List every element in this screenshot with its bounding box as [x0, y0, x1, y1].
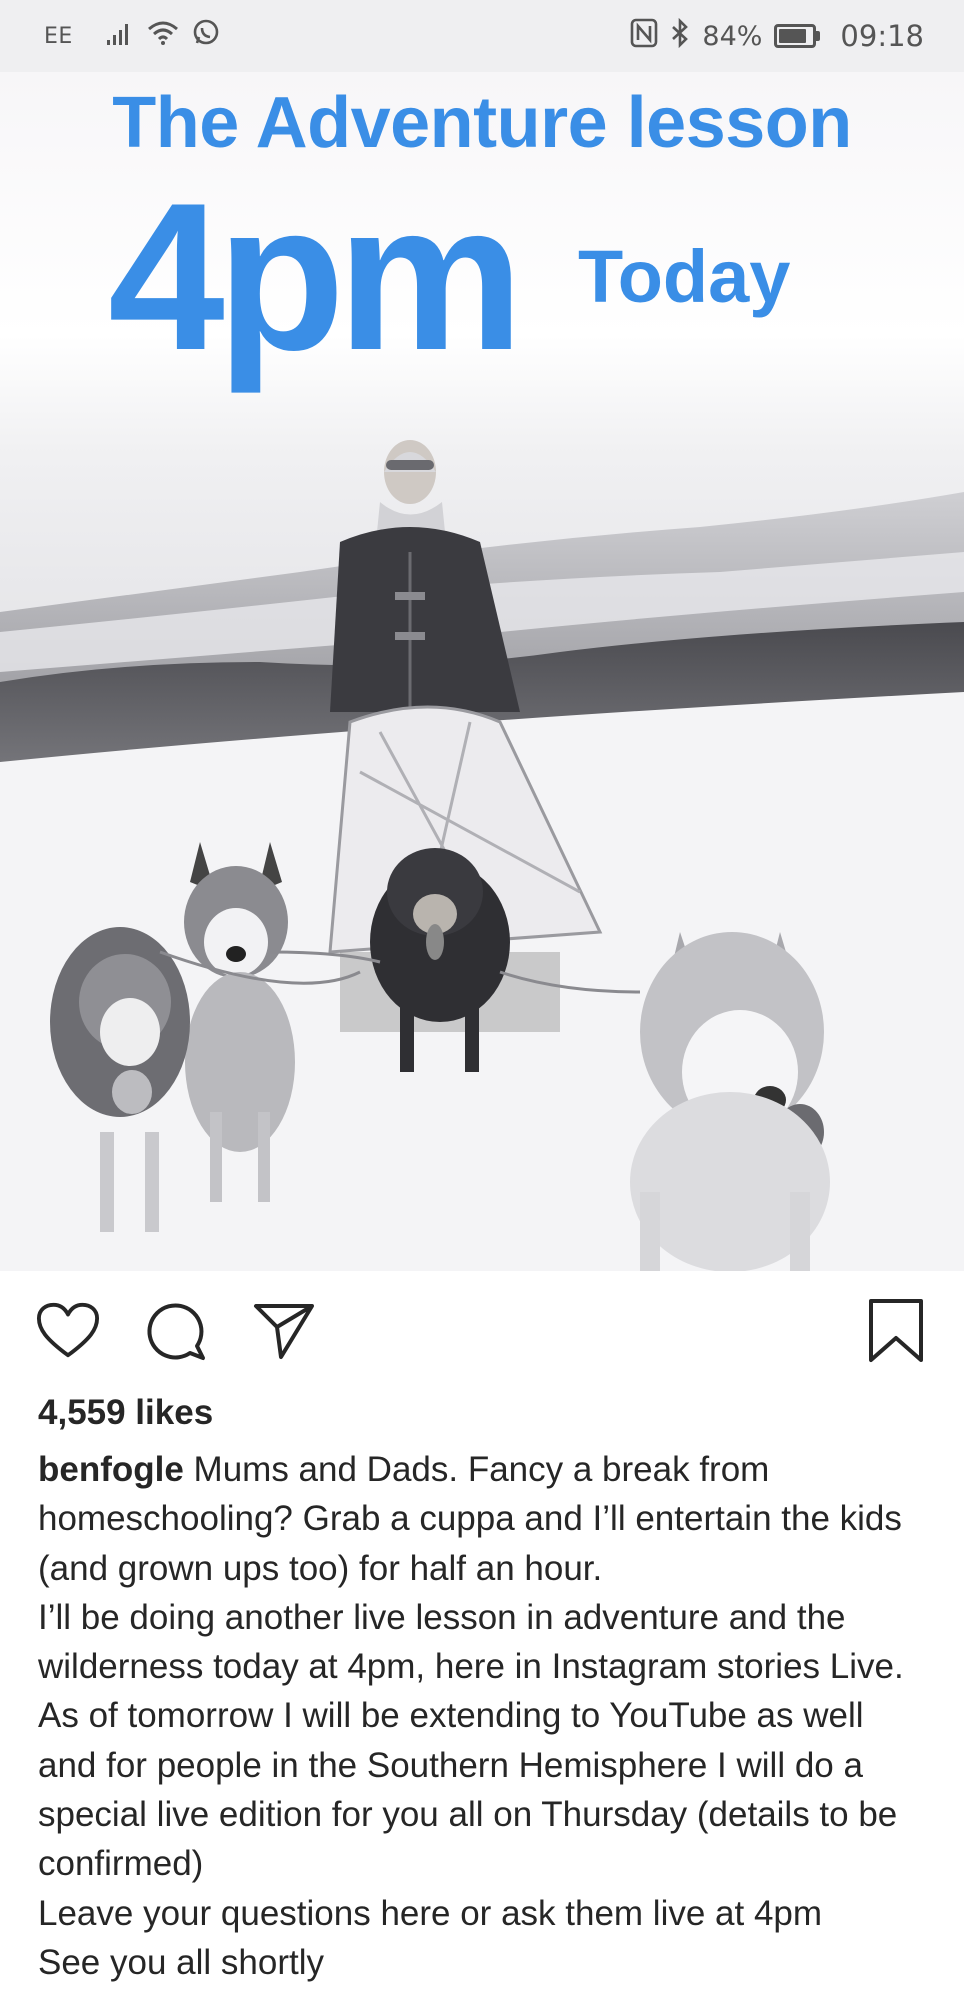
status-bar: EE 84% 09:18 — [0, 0, 964, 72]
overlay-today: Today — [578, 235, 791, 318]
caption-paragraph: See you all shortly — [38, 1942, 324, 1982]
overlay-title: The Adventure lesson — [112, 83, 852, 163]
heart-icon[interactable] — [36, 1299, 100, 1363]
caption-first-paragraph: benfogle Mums and Dads. Fancy a break fr… — [38, 1445, 928, 1593]
caption-paragraph: Leave your questions here or ask them li… — [38, 1893, 823, 1933]
clock: 09:18 — [840, 19, 924, 53]
battery-percent: 84% — [702, 20, 763, 52]
nfc-icon — [630, 18, 658, 55]
whatsapp-icon — [191, 18, 221, 55]
signal-icon — [105, 20, 135, 53]
comment-icon[interactable] — [144, 1299, 208, 1363]
likes-count[interactable]: 4,559 likes — [38, 1393, 213, 1433]
status-left: EE — [44, 18, 221, 55]
wifi-icon — [147, 20, 179, 53]
post-image[interactable]: The Adventure lesson 4pm Today — [0, 72, 964, 1271]
post-action-bar — [0, 1271, 964, 1401]
status-right: 84% 09:18 — [630, 17, 924, 55]
caption-username[interactable]: benfogle — [38, 1450, 184, 1489]
bluetooth-icon — [670, 17, 690, 55]
overlay-time: 4pm — [108, 159, 524, 394]
caption-paragraph: I’ll be doing another live lesson in adv… — [38, 1597, 904, 1884]
post-caption: benfogle Mums and Dads. Fancy a break fr… — [38, 1445, 928, 1987]
bookmark-icon[interactable] — [864, 1299, 928, 1363]
send-icon[interactable] — [252, 1299, 316, 1363]
battery-icon — [774, 24, 821, 48]
carrier-label: EE — [44, 23, 73, 49]
